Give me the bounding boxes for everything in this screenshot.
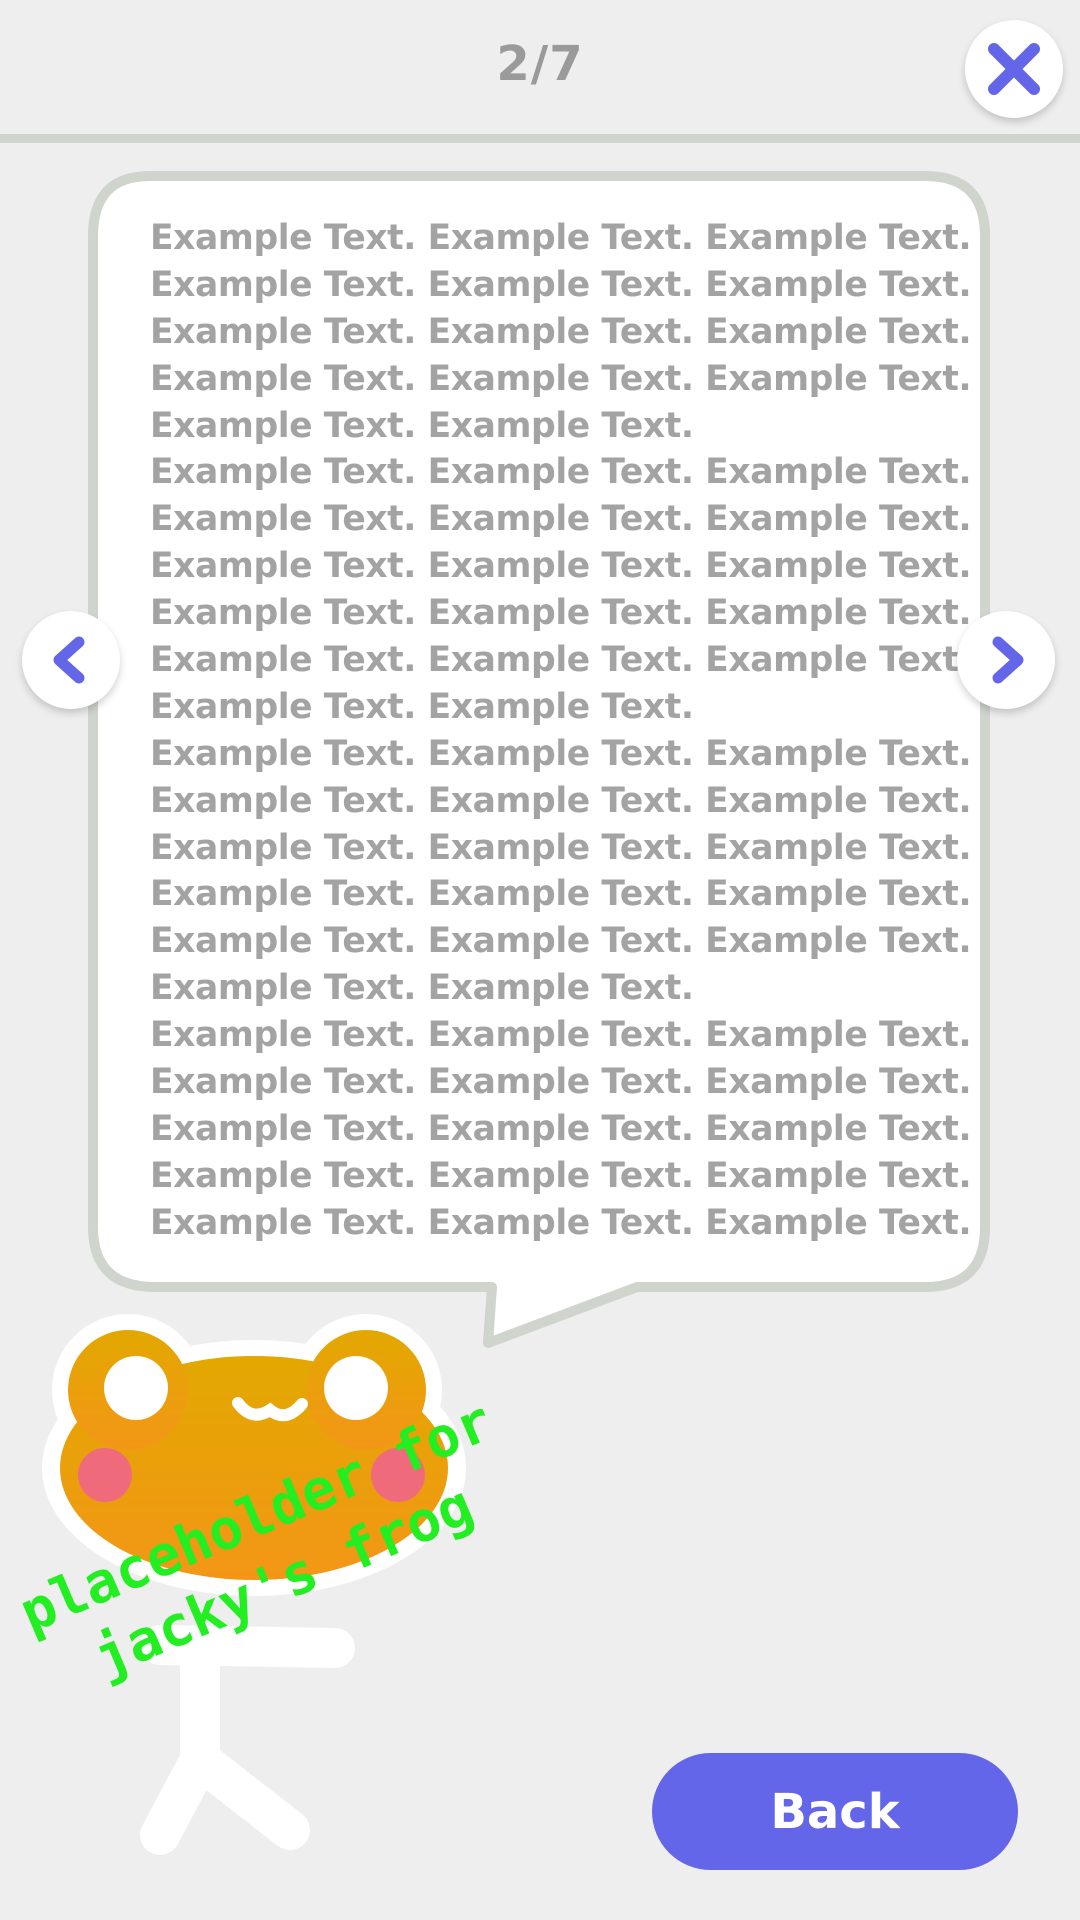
text-line: Example Text. Example Text. Example Text… <box>150 1155 972 1196</box>
text-line: Example Text. Example Text. Example Text… <box>150 1062 972 1103</box>
text-line: Example Text. Example Text. Example Text… <box>150 358 972 399</box>
text-line: Example Text. Example Text. <box>150 405 694 446</box>
text-line: Example Text. Example Text. Example Text… <box>150 780 972 821</box>
text-line: Example Text. Example Text. Example Text… <box>150 311 972 352</box>
text-line: Example Text. Example Text. Example Text… <box>150 593 972 634</box>
text-line: Example Text. Example Text. Example Text… <box>150 1108 972 1149</box>
text-line: Example Text. Example Text. Example Text… <box>150 1202 972 1243</box>
bubble-text: Example Text. Example Text. Example Text… <box>150 215 972 1247</box>
text-line: Example Text. Example Text. Example Text… <box>150 640 972 681</box>
text-line: Example Text. Example Text. <box>150 686 694 727</box>
chevron-left-icon <box>53 636 85 684</box>
chevron-right-icon <box>992 636 1024 684</box>
text-line: Example Text. Example Text. Example Text… <box>150 452 972 493</box>
text-line: Example Text. Example Text. Example Text… <box>150 827 972 868</box>
back-button[interactable]: Back <box>652 1753 1018 1870</box>
text-line: Example Text. Example Text. Example Text… <box>150 733 972 774</box>
next-page-button[interactable] <box>957 611 1055 709</box>
text-line: Example Text. Example Text. Example Text… <box>150 218 972 258</box>
text-line: Example Text. Example Text. <box>150 968 694 1009</box>
text-line: Example Text. Example Text. Example Text… <box>150 921 972 962</box>
previous-page-button[interactable] <box>22 611 120 709</box>
text-line: Example Text. Example Text. Example Text… <box>150 874 972 915</box>
text-line: Example Text. Example Text. Example Text… <box>150 499 972 540</box>
text-line: Example Text. Example Text. Example Text… <box>150 1015 972 1056</box>
text-line: Example Text. Example Text. Example Text… <box>150 546 972 587</box>
text-line: Example Text. Example Text. Example Text… <box>150 264 972 305</box>
